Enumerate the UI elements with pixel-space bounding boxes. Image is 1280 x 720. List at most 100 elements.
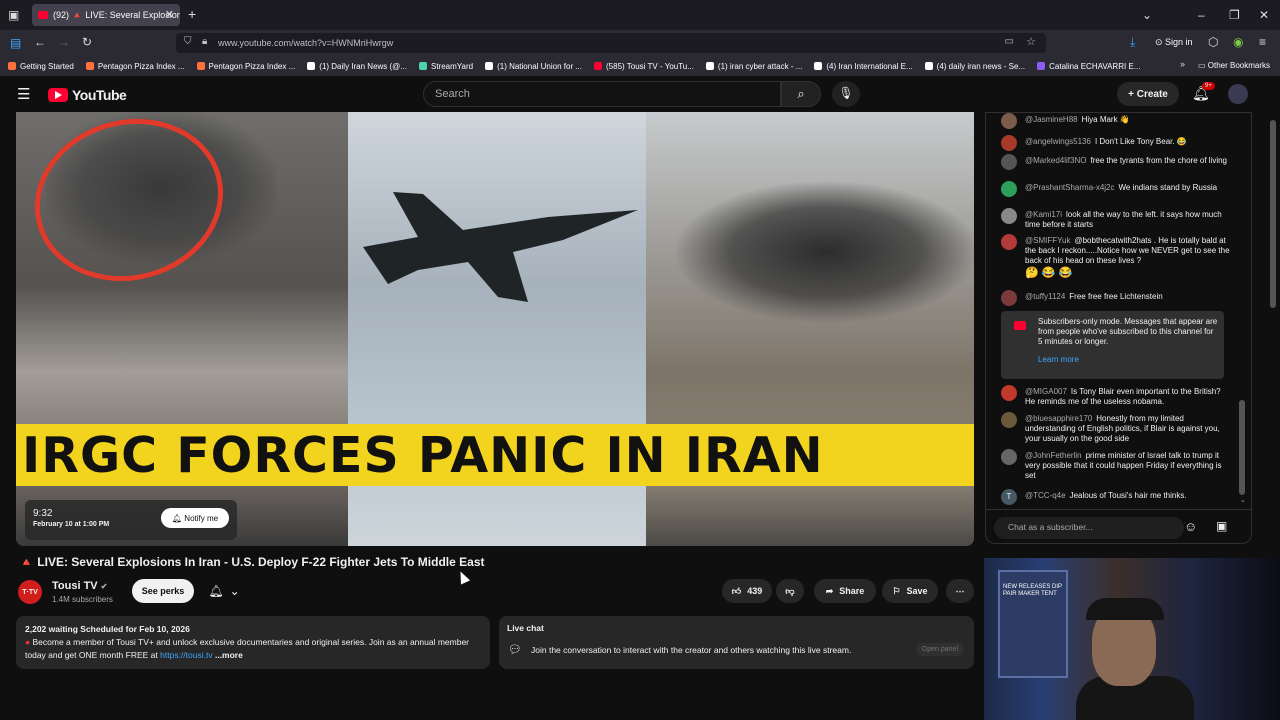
create-button[interactable]: + Create xyxy=(1117,82,1179,106)
chat-avatar[interactable] xyxy=(1001,290,1017,306)
chat-message[interactable]: @tuffy1124 Free free free Lichtenstein xyxy=(1001,290,1233,306)
reader-view-icon[interactable]: ▭ xyxy=(1005,36,1014,47)
bookmark-item[interactable]: Pentagon Pizza Index ... xyxy=(196,62,295,71)
bookmark-star-icon[interactable]: ☆ xyxy=(1026,35,1036,48)
chat-username[interactable]: @JohnFetherlin xyxy=(1025,451,1082,460)
channel-avatar[interactable]: T·TV xyxy=(18,580,42,604)
chat-message[interactable]: @Marked4lif3NO free the tyrants from the … xyxy=(1001,154,1233,170)
tab-list-icon[interactable]: ▣ xyxy=(8,8,19,22)
other-bookmarks-label: Other Bookmarks xyxy=(1207,61,1271,70)
chat-bubble-icon: 💬︎ xyxy=(508,644,522,656)
chat-username[interactable]: @bluesapphire170 xyxy=(1025,414,1092,423)
youtube-logo[interactable]: YouTube xyxy=(48,87,127,103)
maximize-icon[interactable]: ❐ xyxy=(1229,8,1240,22)
subscriber-count: 1.4M subscribers xyxy=(52,595,113,604)
chat-avatar[interactable] xyxy=(1001,449,1017,465)
bookmark-item[interactable]: Catalina ECHAVARRI E... xyxy=(1037,62,1140,71)
open-panel-button[interactable]: Open panel xyxy=(915,643,964,656)
emoji-icon[interactable]: ☺ xyxy=(1184,519,1197,534)
description-box[interactable]: 2,202 waiting Scheduled for Feb 10, 2026… xyxy=(16,616,490,669)
chat-avatar[interactable] xyxy=(1001,208,1017,224)
tab-close-icon[interactable]: ✕ xyxy=(165,8,174,21)
back-icon[interactable]: ← xyxy=(34,35,46,49)
sign-in-button[interactable]: ⊙ Sign in xyxy=(1155,37,1193,48)
voice-search-button[interactable]: 🎙︎ xyxy=(832,81,860,107)
other-bookmarks[interactable]: ▭ Other Bookmarks xyxy=(1198,61,1270,70)
sidebar-icon[interactable]: ▤ xyxy=(10,36,21,50)
bookmark-item[interactable]: (1) iran cyber attack - ... xyxy=(705,62,802,71)
bookmark-item[interactable]: Getting Started xyxy=(8,62,74,71)
chat-avatar[interactable] xyxy=(1001,412,1017,428)
learn-more-link[interactable]: Learn more xyxy=(1038,355,1079,365)
bookmarks-overflow-icon[interactable]: » xyxy=(1180,59,1185,69)
subscribe-bell-button[interactable]: 🔔︎ ⌄ xyxy=(200,579,248,603)
chat-avatar[interactable] xyxy=(1001,385,1017,401)
chat-avatar[interactable] xyxy=(1001,181,1017,197)
chat-username[interactable]: @MIGA007 xyxy=(1025,387,1067,396)
video-title: 🔺 LIVE: Several Explosions In Iran - U.S… xyxy=(19,555,485,569)
description-link[interactable]: https://tousi.tv xyxy=(160,650,212,660)
chat-username[interactable]: @PrashantSharma-x4j2c xyxy=(1025,183,1115,192)
chat-message[interactable]: @MIGA007 Is Tony Blair even important to … xyxy=(1001,385,1233,407)
channel-name[interactable]: Tousi TV ✔ xyxy=(52,580,107,592)
search-input[interactable]: Search xyxy=(423,81,781,107)
bookmark-item[interactable]: (585) Tousi TV - YouTu... xyxy=(594,62,694,71)
bookmark-item[interactable]: (4) daily iran news - Se... xyxy=(924,62,1025,71)
chat-username[interactable]: @angelwings5136 xyxy=(1025,137,1091,146)
chat-message[interactable]: @JohnFetherlin prime minister of Israel t… xyxy=(1001,449,1233,481)
download-icon[interactable]: ⤓ xyxy=(1130,35,1135,50)
chat-username[interactable]: @SMIFFYuk xyxy=(1025,236,1070,245)
bookmark-item[interactable]: (1) National Union for ... xyxy=(485,62,582,71)
chevron-down-icon[interactable]: ⌄ xyxy=(1142,8,1152,22)
forward-icon[interactable]: → xyxy=(58,35,70,49)
like-button[interactable]: 👍︎ 439 xyxy=(722,579,772,603)
chat-avatar[interactable] xyxy=(1001,135,1017,151)
chat-message[interactable]: @Kami17i look all the way to the left. it… xyxy=(1001,208,1233,230)
bookmark-favicon-icon xyxy=(705,62,714,70)
chat-username[interactable]: @Kami17i xyxy=(1025,210,1062,219)
minimize-icon[interactable]: – xyxy=(1198,8,1205,22)
chat-message[interactable]: @angelwings5136 I Don't Like Tony Bear. 😂 xyxy=(1001,135,1233,151)
chat-input[interactable]: Chat as a subscriber... xyxy=(994,517,1184,539)
search-button[interactable]: ⌕ xyxy=(781,81,821,107)
dislike-button[interactable]: 👎︎ xyxy=(776,579,804,603)
bookmark-item[interactable]: Pentagon Pizza Index ... xyxy=(85,62,185,71)
bookmark-item[interactable]: (4) Iran International E... xyxy=(814,62,913,71)
extension-badge-icon[interactable]: ◉ xyxy=(1233,35,1243,49)
chat-username[interactable]: @Marked4lif3NO xyxy=(1025,156,1086,165)
chat-username[interactable]: @JasmineH88 xyxy=(1025,115,1078,124)
chat-username[interactable]: @TCC-q4e xyxy=(1025,491,1066,500)
chat-avatar[interactable]: T xyxy=(1001,489,1017,505)
chat-message[interactable]: @bluesapphire170 Honestly from my limited… xyxy=(1001,412,1233,444)
save-button[interactable]: ⚐ Save xyxy=(882,579,938,603)
video-player[interactable]: IRGC FORCES PANIC IN IRAN 9:32 February … xyxy=(16,112,974,546)
chat-avatar[interactable] xyxy=(1001,154,1017,170)
chat-message[interactable]: @JasmineH88 Hiya Mark 👋 xyxy=(1001,113,1233,129)
account-avatar[interactable] xyxy=(1228,84,1248,104)
address-bar[interactable]: ⛉ 🔒︎ www.youtube.com/watch?v=HWNMriHwrgw… xyxy=(176,33,1046,53)
menu-icon[interactable]: ≡ xyxy=(1259,35,1266,49)
bookmark-item[interactable]: StreamYard xyxy=(418,62,473,71)
close-window-icon[interactable]: ✕ xyxy=(1259,8,1269,22)
chat-scroll-down-icon[interactable]: ⌄ xyxy=(1240,496,1246,504)
new-tab-button[interactable]: + xyxy=(188,6,196,22)
super-chat-icon[interactable]: ▣ xyxy=(1216,519,1227,533)
notify-me-button[interactable]: 🔔︎ Notify me xyxy=(161,508,229,528)
reload-icon[interactable]: ↻ xyxy=(82,35,92,49)
chat-scrollbar[interactable] xyxy=(1239,400,1245,495)
browser-tab-active[interactable]: (92) 🔺 LIVE: Several Explosion ✕ xyxy=(32,4,180,26)
bookmark-item[interactable]: (1) Daily Iran News (@... xyxy=(307,62,407,71)
more-actions-button[interactable]: ⋯ xyxy=(946,579,974,603)
chat-message[interactable]: @PrashantSharma-x4j2c We indians stand by… xyxy=(1001,181,1233,197)
hamburger-icon[interactable]: ☰ xyxy=(17,85,30,103)
see-perks-button[interactable]: See perks xyxy=(132,579,194,603)
chat-message[interactable]: @SMIFFYuk @bobthecatwith2hats . He is tot… xyxy=(1001,234,1233,279)
chat-avatar[interactable] xyxy=(1001,234,1017,250)
share-button[interactable]: ➦ Share xyxy=(814,579,876,603)
extensions-icon[interactable]: ⬡ xyxy=(1208,35,1218,49)
chat-message[interactable]: T @TCC-q4e Jealous of Tousi's hair me thin… xyxy=(1001,489,1233,505)
page-scrollbar[interactable] xyxy=(1270,120,1276,308)
show-more-button[interactable]: ...more xyxy=(215,650,243,660)
chat-username[interactable]: @tuffy1124 xyxy=(1025,292,1065,301)
chat-avatar[interactable] xyxy=(1001,113,1017,129)
